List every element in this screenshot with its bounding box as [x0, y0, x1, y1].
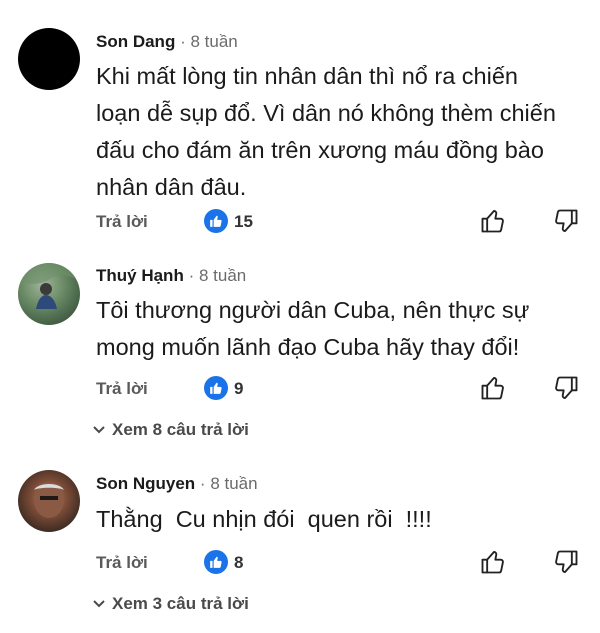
view-replies-button[interactable]: Xem 3 câu trả lời — [92, 594, 249, 614]
meta-separator: · — [180, 32, 186, 51]
avatar[interactable] — [18, 28, 80, 90]
comment-actions: Trả lời 8 — [96, 550, 600, 578]
thumbs-up-outline-icon[interactable] — [479, 548, 507, 576]
chevron-down-icon — [92, 420, 106, 440]
thumbs-up-outline-icon[interactable] — [479, 374, 507, 402]
comment-text-line: loạn dễ sụp đổ. Vì dân nó không thèm chi… — [96, 100, 556, 126]
avatar[interactable] — [18, 263, 80, 325]
comment-text-line: Khi mất lòng tin nhân dân thì nổ ra chiế… — [96, 63, 518, 89]
comment-author[interactable]: Son Dang — [96, 32, 175, 51]
comment-text: Khi mất lòng tin nhân dân thì nổ ra chiế… — [96, 58, 586, 206]
thumbs-up-filled-icon — [204, 209, 228, 233]
comment-text-line: Tôi thương người dân Cuba, nên thực sự — [96, 297, 530, 323]
comment-text-line: Thằng Cu nhịn đói quen rồi !!!! — [96, 506, 432, 532]
comment-meta: Son Nguyen · 8 tuần — [96, 474, 258, 494]
thumbs-down-outline-icon[interactable] — [552, 548, 580, 576]
comment-time: 8 tuần — [198, 266, 247, 285]
meta-separator: · — [188, 266, 195, 285]
meta-separator: · — [199, 474, 206, 493]
comment-text: Tôi thương người dân Cuba, nên thực sự m… — [96, 292, 586, 366]
reply-button[interactable]: Trả lời — [96, 212, 148, 232]
comment-time: 8 tuần — [190, 32, 238, 51]
thumbs-up-filled-icon — [204, 376, 228, 400]
thumbs-down-outline-icon[interactable] — [552, 374, 580, 402]
comment-actions: Trả lời 15 — [96, 209, 600, 237]
comment-meta: Thuý Hạnh · 8 tuần — [96, 266, 246, 286]
like-count: 9 — [234, 379, 244, 398]
reply-button[interactable]: Trả lời — [96, 553, 148, 573]
view-replies-button[interactable]: Xem 8 câu trả lời — [92, 420, 249, 440]
view-replies-label: Xem 3 câu trả lời — [112, 594, 249, 613]
like-count: 15 — [234, 212, 253, 231]
comment-text-line: đấu cho đám ăn trên xương máu đồng bào — [96, 137, 544, 163]
like-count: 8 — [234, 553, 244, 572]
comment-meta: Son Dang · 8 tuần — [96, 32, 238, 52]
comment-text: Thằng Cu nhịn đói quen rồi !!!! — [96, 501, 586, 538]
comment-text-line: mong muốn lãnh đạo Cuba hãy thay đổi! — [96, 334, 520, 360]
reply-button[interactable]: Trả lời — [96, 379, 148, 399]
comment-time: 8 tuần — [210, 474, 258, 493]
avatar[interactable] — [18, 470, 80, 532]
view-replies-label: Xem 8 câu trả lời — [112, 420, 249, 439]
thumbs-up-filled-icon — [204, 550, 228, 574]
comment-author[interactable]: Thuý Hạnh — [96, 266, 184, 285]
comment-actions: Trả lời 9 — [96, 376, 600, 404]
comment-author[interactable]: Son Nguyen — [96, 474, 195, 493]
comment-text-line: nhân dân đâu. — [96, 174, 247, 200]
chevron-down-icon — [92, 594, 106, 614]
thumbs-down-outline-icon[interactable] — [552, 207, 580, 235]
thumbs-up-outline-icon[interactable] — [479, 207, 507, 235]
